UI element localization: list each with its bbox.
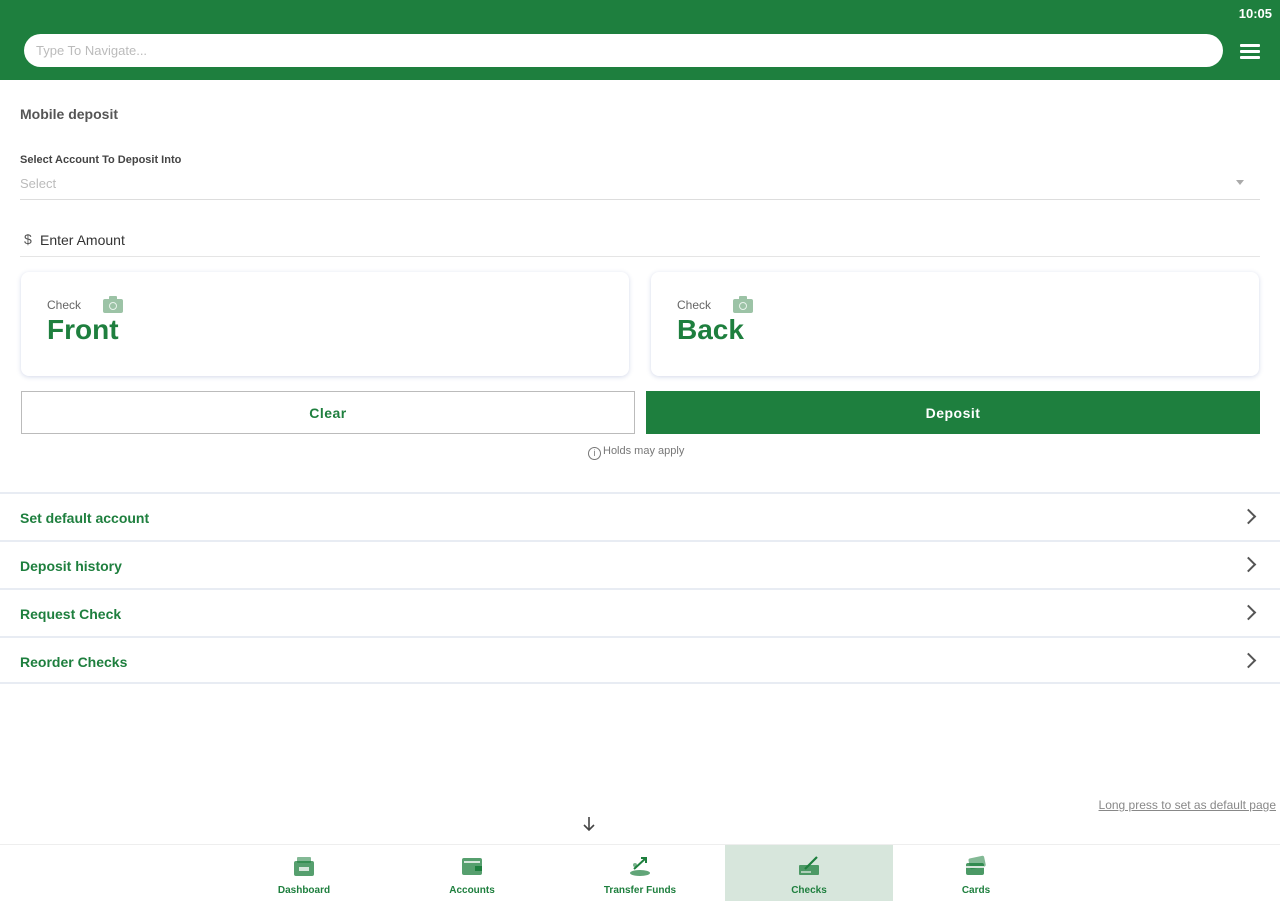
check-pen-icon xyxy=(799,856,819,875)
deposit-button[interactable]: Deposit xyxy=(646,391,1260,434)
nav-tab-label: Checks xyxy=(791,885,827,896)
nav-tab-label: Dashboard xyxy=(277,885,331,896)
check-back-capture-card[interactable]: Check Back xyxy=(651,272,1259,376)
page-title: Mobile deposit xyxy=(20,106,118,122)
list-item-reorder-checks[interactable]: Reorder Checks xyxy=(0,636,1280,684)
chevron-right-icon xyxy=(1240,556,1257,573)
top-app-bar: 10:05 xyxy=(0,0,1280,80)
amount-field: $ xyxy=(20,226,1260,257)
clear-button[interactable]: Clear xyxy=(21,391,635,434)
check-back-label: Back xyxy=(677,314,744,345)
nav-tab-label: Transfer Funds xyxy=(603,885,677,896)
transfer-icon xyxy=(630,857,650,876)
list-item-set-default-account[interactable]: Set default account xyxy=(0,492,1280,540)
deposit-options-list: Set default account Deposit history Requ… xyxy=(0,492,1280,684)
check-front-small-label: Check xyxy=(47,298,82,312)
list-item-label: Deposit history xyxy=(20,558,122,574)
nav-tab-accounts[interactable]: Accounts xyxy=(388,845,556,901)
account-select-label: Select Account To Deposit Into xyxy=(20,154,182,166)
nav-tab-dashboard[interactable]: Dashboard xyxy=(220,845,388,901)
dropdown-caret-icon xyxy=(1236,180,1244,185)
nav-tab-label: Accounts xyxy=(449,885,495,896)
check-front-label: Front xyxy=(47,314,119,345)
check-front-capture-card[interactable]: Check Front xyxy=(21,272,629,376)
camera-icon xyxy=(733,296,753,313)
nav-tab-label: Cards xyxy=(961,885,991,896)
camera-icon xyxy=(103,296,123,313)
account-select-dropdown[interactable]: Select xyxy=(20,172,1260,200)
nav-tab-transfer-funds[interactable]: Transfer Funds xyxy=(556,845,724,901)
list-item-label: Set default account xyxy=(20,510,150,526)
status-time: 10:05 xyxy=(1238,6,1272,21)
menu-icon-bar xyxy=(1240,44,1260,47)
cards-icon xyxy=(966,855,986,875)
list-item-deposit-history[interactable]: Deposit history xyxy=(0,540,1280,588)
list-item-label: Reorder Checks xyxy=(20,654,128,670)
arrow-down-icon[interactable] xyxy=(580,814,598,834)
bottom-navigation: Dashboard Accounts Transfer Funds Checks xyxy=(0,844,1280,901)
long-press-default-page-link[interactable]: Long press to set as default page xyxy=(1099,798,1276,812)
holds-note-text: Holds may apply xyxy=(603,445,685,457)
list-item-request-check[interactable]: Request Check xyxy=(0,588,1280,636)
info-icon: i xyxy=(588,447,601,460)
dollar-sign-icon: $ xyxy=(24,231,32,247)
account-select-value: Select xyxy=(20,176,57,191)
amount-input[interactable] xyxy=(40,228,640,252)
hamburger-menu-button[interactable] xyxy=(1240,42,1266,64)
chevron-right-icon xyxy=(1240,604,1257,621)
wallet-icon xyxy=(462,858,482,875)
nav-tab-cards[interactable]: Cards xyxy=(892,845,1060,901)
chevron-right-icon xyxy=(1240,508,1257,525)
menu-icon-bar xyxy=(1240,50,1260,53)
chevron-right-icon xyxy=(1240,652,1257,669)
nav-tab-checks[interactable]: Checks xyxy=(725,845,893,901)
navigate-search-input[interactable] xyxy=(24,34,1223,67)
check-back-small-label: Check xyxy=(677,298,712,312)
list-item-label: Request Check xyxy=(20,606,122,622)
holds-note: i Holds may apply xyxy=(588,445,684,460)
dashboard-icon xyxy=(294,857,314,876)
menu-icon-bar xyxy=(1240,56,1260,59)
